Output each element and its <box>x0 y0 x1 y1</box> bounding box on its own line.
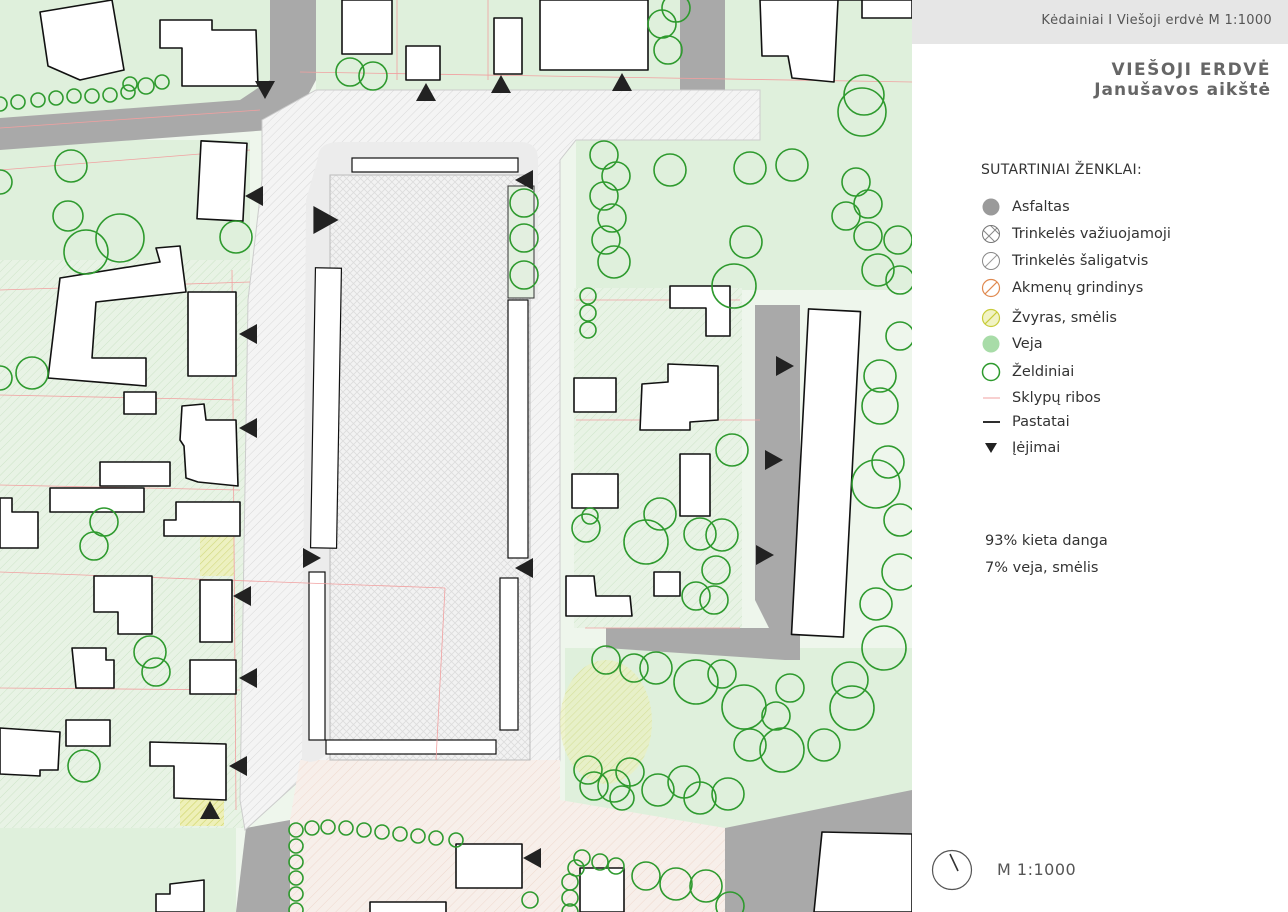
legend-item-trinkeles-vaziuojamoji: Trinkelės važiuojamoji <box>980 223 1171 245</box>
scale-label: M 1:1000 <box>997 860 1077 879</box>
tree-icon <box>980 361 1002 383</box>
legend-label: Trinkelės šaligatvis <box>1012 253 1149 269</box>
central-square <box>302 142 538 762</box>
legend-label: Sklypų ribos <box>1012 390 1101 406</box>
legend-item-zvyras-smelis: Žvyras, smėlis <box>980 307 1117 329</box>
legend-label: Pastatai <box>1012 414 1070 430</box>
site-plan-map <box>0 0 912 912</box>
asphalt-icon <box>980 196 1002 218</box>
legend-label: Želdiniai <box>1012 364 1075 380</box>
lawn-icon <box>980 333 1002 355</box>
stone-paving-icon <box>980 277 1002 299</box>
legend-item-akmenu-grindinys: Akmenų grindinys <box>980 277 1143 299</box>
title-sub: Janušavos aikštė <box>1094 80 1271 100</box>
stat-hard-surface: 93% kieta danga <box>985 533 1108 549</box>
legend-item-trinkeles-saligatvis: Trinkelės šaligatvis <box>980 250 1148 272</box>
crosshatch-icon <box>980 223 1002 245</box>
header-text: Kėdainiai I Viešoji erdvė M 1:1000 <box>1041 13 1272 28</box>
legend-label: Akmenų grindinys <box>1012 280 1144 296</box>
building-line-icon <box>980 411 1002 433</box>
title-main: VIEŠOJI ERDVĖ <box>1111 60 1271 80</box>
legend-item-iejimai: Įėjimai <box>980 437 1060 459</box>
sidewalk-hatch-icon <box>980 250 1002 272</box>
legend-label: Asfaltas <box>1012 199 1070 215</box>
legend-label: Žvyras, smėlis <box>1012 310 1117 326</box>
legend-item-asfaltas: Asfaltas <box>980 196 1070 218</box>
legend-item-sklypu-ribos: Sklypų ribos <box>980 387 1101 409</box>
legend-panel: Kėdainiai I Viešoji erdvė M 1:1000 VIEŠO… <box>912 0 1288 912</box>
legend-item-veja: Veja <box>980 333 1043 355</box>
legend-heading: SUTARTINIAI ŽENKLAI: <box>981 162 1142 178</box>
legend-label: Trinkelės važiuojamoji <box>1012 226 1171 242</box>
legend-item-pastatai: Pastatai <box>980 411 1070 433</box>
north-arrow-icon <box>931 849 973 891</box>
legend-item-zeldiniai: Želdiniai <box>980 361 1074 383</box>
legend-label: Veja <box>1012 336 1043 352</box>
plot-boundary-icon <box>980 387 1002 409</box>
entrance-triangle-icon <box>980 437 1002 459</box>
legend-label: Įėjimai <box>1012 440 1061 456</box>
header-bar: Kėdainiai I Viešoji erdvė M 1:1000 <box>912 0 1288 44</box>
gravel-icon <box>980 307 1002 329</box>
stat-lawn-sand: 7% veja, smėlis <box>985 560 1099 576</box>
